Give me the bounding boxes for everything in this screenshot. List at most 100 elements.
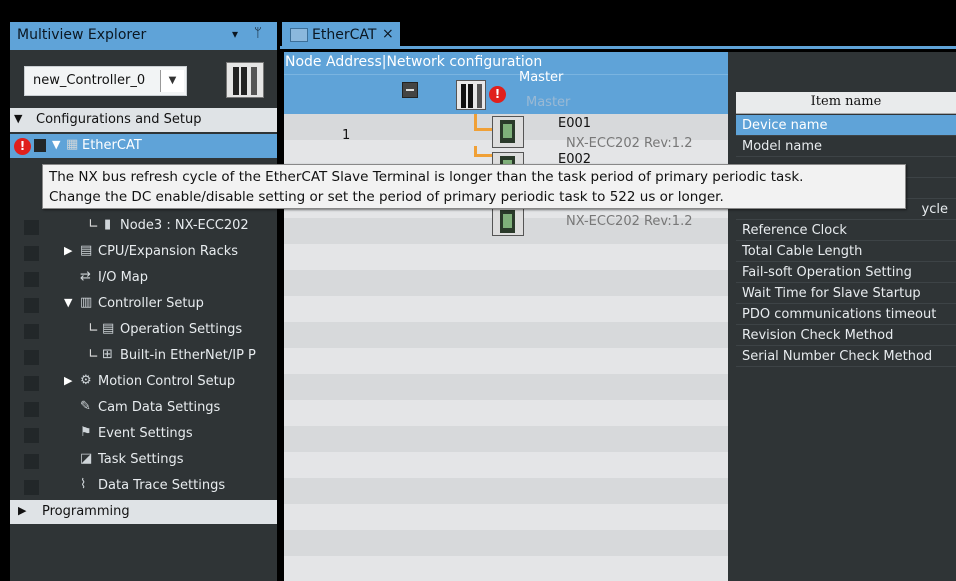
device-model: NX-ECC202 Rev:1.2 <box>566 214 693 229</box>
property-row[interactable]: Fail-soft Operation Setting <box>736 262 956 283</box>
tree-item-label: Node3 : NX-ECC202 <box>120 218 249 233</box>
master-sublabel: Master <box>526 95 571 110</box>
network-row <box>284 270 728 296</box>
controller-device-icon <box>226 62 264 98</box>
tree-item-event-settings[interactable]: ⚑ Event Settings <box>10 422 277 448</box>
network-row <box>284 426 728 452</box>
tree-item-label: Operation Settings <box>120 322 243 337</box>
master-controller-icon[interactable] <box>456 80 486 110</box>
tab-label: EtherCAT <box>312 27 377 43</box>
network-row <box>284 244 728 270</box>
network-row <box>284 452 728 478</box>
status-square <box>24 428 39 443</box>
tree-item-label: CPU/Expansion Racks <box>98 244 239 259</box>
tree-item-node3[interactable]: ∟ ▮ Node3 : NX-ECC202 <box>10 214 277 240</box>
network-row <box>284 504 728 530</box>
property-row[interactable]: Revision Check Method <box>736 325 956 346</box>
expand-arrow-icon[interactable]: ▶ <box>64 374 72 387</box>
gear-icon: ⚙ <box>80 373 92 388</box>
properties-pane: Item name Device name Model name ycle Re… <box>728 52 956 581</box>
tree-branch-icon: ∟ <box>88 321 99 336</box>
io-map-icon: ⇄ <box>80 269 91 284</box>
error-icon: ! <box>14 138 31 155</box>
tree-item-cam-data[interactable]: ✎ Cam Data Settings <box>10 396 277 422</box>
column-header-item-name[interactable]: Item name <box>736 92 956 114</box>
divider <box>284 74 728 75</box>
master-label: Master <box>519 70 564 85</box>
network-icon: ⊞ <box>102 347 113 362</box>
multiview-explorer: Multiview Explorer ▾ ᛘ new_Controller_0 … <box>10 22 277 581</box>
network-row <box>284 556 728 581</box>
property-row[interactable]: Device name <box>736 115 956 136</box>
tab-ethercat[interactable]: EtherCAT × <box>282 22 400 48</box>
tree-item-operation-settings[interactable]: ∟ ▤ Operation Settings <box>10 318 277 344</box>
expand-arrow-icon[interactable]: ▶ <box>64 244 72 257</box>
controller-select[interactable]: new_Controller_0 ▼ <box>24 66 187 96</box>
dropdown-icon[interactable]: ▾ <box>232 27 238 41</box>
trace-icon: ⌇ <box>80 477 87 492</box>
task-icon: ◪ <box>80 451 93 466</box>
status-square <box>24 402 39 417</box>
tree-branch-icon: ∟ <box>88 217 99 232</box>
cam-icon: ✎ <box>80 399 91 414</box>
settings-doc-icon: ▤ <box>102 321 115 336</box>
tree-item-controller-setup[interactable]: ▼ ▥ Controller Setup <box>10 292 277 318</box>
network-header: Node Address|Network configuration ! Mas… <box>284 52 728 114</box>
tree-item-cpu-racks[interactable]: ▶ ▤ CPU/Expansion Racks <box>10 240 277 266</box>
tree-item-ethercat[interactable]: ! ▼ ▦ EtherCAT <box>10 134 277 158</box>
property-row[interactable]: Wait Time for Slave Startup <box>736 283 956 304</box>
rack-icon: ▤ <box>80 243 93 258</box>
close-icon[interactable]: × <box>382 26 394 42</box>
chevron-down-icon[interactable]: ▼ <box>160 70 184 92</box>
explorer-header: Multiview Explorer ▾ ᛘ <box>10 22 277 50</box>
tree-item-task-settings[interactable]: ◪ Task Settings <box>10 448 277 474</box>
tree-item-data-trace[interactable]: ⌇ Data Trace Settings <box>10 474 277 500</box>
collapse-icon[interactable] <box>402 82 418 98</box>
tree-item-label: Cam Data Settings <box>98 400 221 415</box>
property-row[interactable]: Reference Clock <box>736 220 956 241</box>
tree-item-configurations[interactable]: ▼ Configurations and Setup <box>10 108 277 132</box>
properties-toolbar <box>736 52 956 92</box>
status-square <box>24 298 39 313</box>
tree-item-label: Built-in EtherNet/IP P <box>120 348 256 363</box>
collapse-arrow-icon[interactable]: ▼ <box>52 138 60 151</box>
status-square <box>34 139 46 152</box>
network-row <box>284 478 728 504</box>
connector-line <box>474 114 477 128</box>
property-row[interactable]: PDO communications timeout <box>736 304 956 325</box>
tab-bar: EtherCAT × <box>280 22 956 48</box>
tab-underline <box>280 46 956 49</box>
slave-device-icon[interactable] <box>492 206 524 236</box>
network-header-label: Node Address|Network configuration <box>285 54 543 70</box>
node-icon: ▮ <box>104 217 112 232</box>
collapse-arrow-icon[interactable]: ▼ <box>14 112 22 125</box>
network-row <box>284 296 728 322</box>
network-configuration-pane[interactable]: Node Address|Network configuration ! Mas… <box>284 52 728 581</box>
column-header-label: Item name <box>810 94 882 109</box>
pin-icon[interactable]: ᛘ <box>254 26 262 41</box>
tree-item-builtin-ethernet[interactable]: ∟ ⊞ Built-in EtherNet/IP P <box>10 344 277 370</box>
tree-item-label: Data Trace Settings <box>98 478 226 493</box>
error-icon: ! <box>489 86 506 103</box>
status-square <box>24 376 39 391</box>
expand-arrow-icon[interactable]: ▶ <box>18 504 26 517</box>
tree-item-programming[interactable]: ▶ Programming <box>10 500 277 524</box>
status-square <box>24 324 39 339</box>
tree-item-label: Configurations and Setup <box>36 112 202 127</box>
connector-line <box>474 128 492 131</box>
explorer-title: Multiview Explorer <box>17 27 147 43</box>
slave-device-icon[interactable] <box>492 116 524 148</box>
network-row <box>284 530 728 556</box>
tree-item-motion-control[interactable]: ▶ ⚙ Motion Control Setup <box>10 370 277 396</box>
tree-item-label: Event Settings <box>98 426 193 441</box>
collapse-arrow-icon[interactable]: ▼ <box>64 296 72 309</box>
tree-item-io-map[interactable]: ⇄ I/O Map <box>10 266 277 292</box>
property-row[interactable]: Model name <box>736 136 956 157</box>
tree-item-label: Task Settings <box>98 452 184 467</box>
property-row[interactable]: Serial Number Check Method <box>736 346 956 367</box>
property-row[interactable]: Total Cable Length <box>736 241 956 262</box>
tooltip-line: The NX bus refresh cycle of the EtherCAT… <box>49 169 804 185</box>
status-square <box>24 350 39 365</box>
network-row <box>284 322 728 348</box>
network-row <box>284 400 728 426</box>
